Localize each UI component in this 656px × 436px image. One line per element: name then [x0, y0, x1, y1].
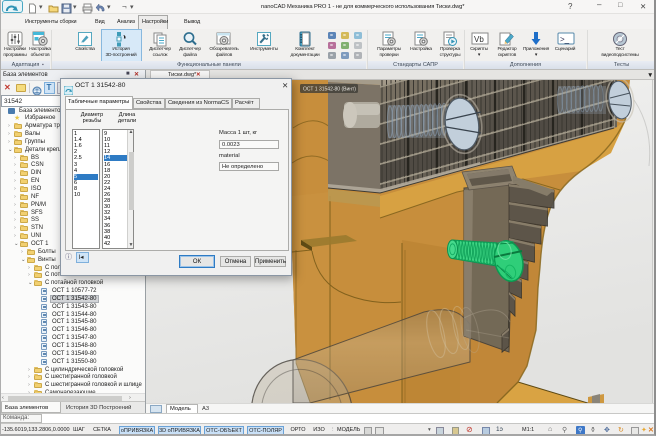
svg-text:ОСТ 1 31542-80 (Винт): ОСТ 1 31542-80 (Винт) [303, 87, 356, 93]
svg-text:Vb: Vb [474, 35, 484, 44]
svg-text:>_: >_ [560, 35, 570, 44]
